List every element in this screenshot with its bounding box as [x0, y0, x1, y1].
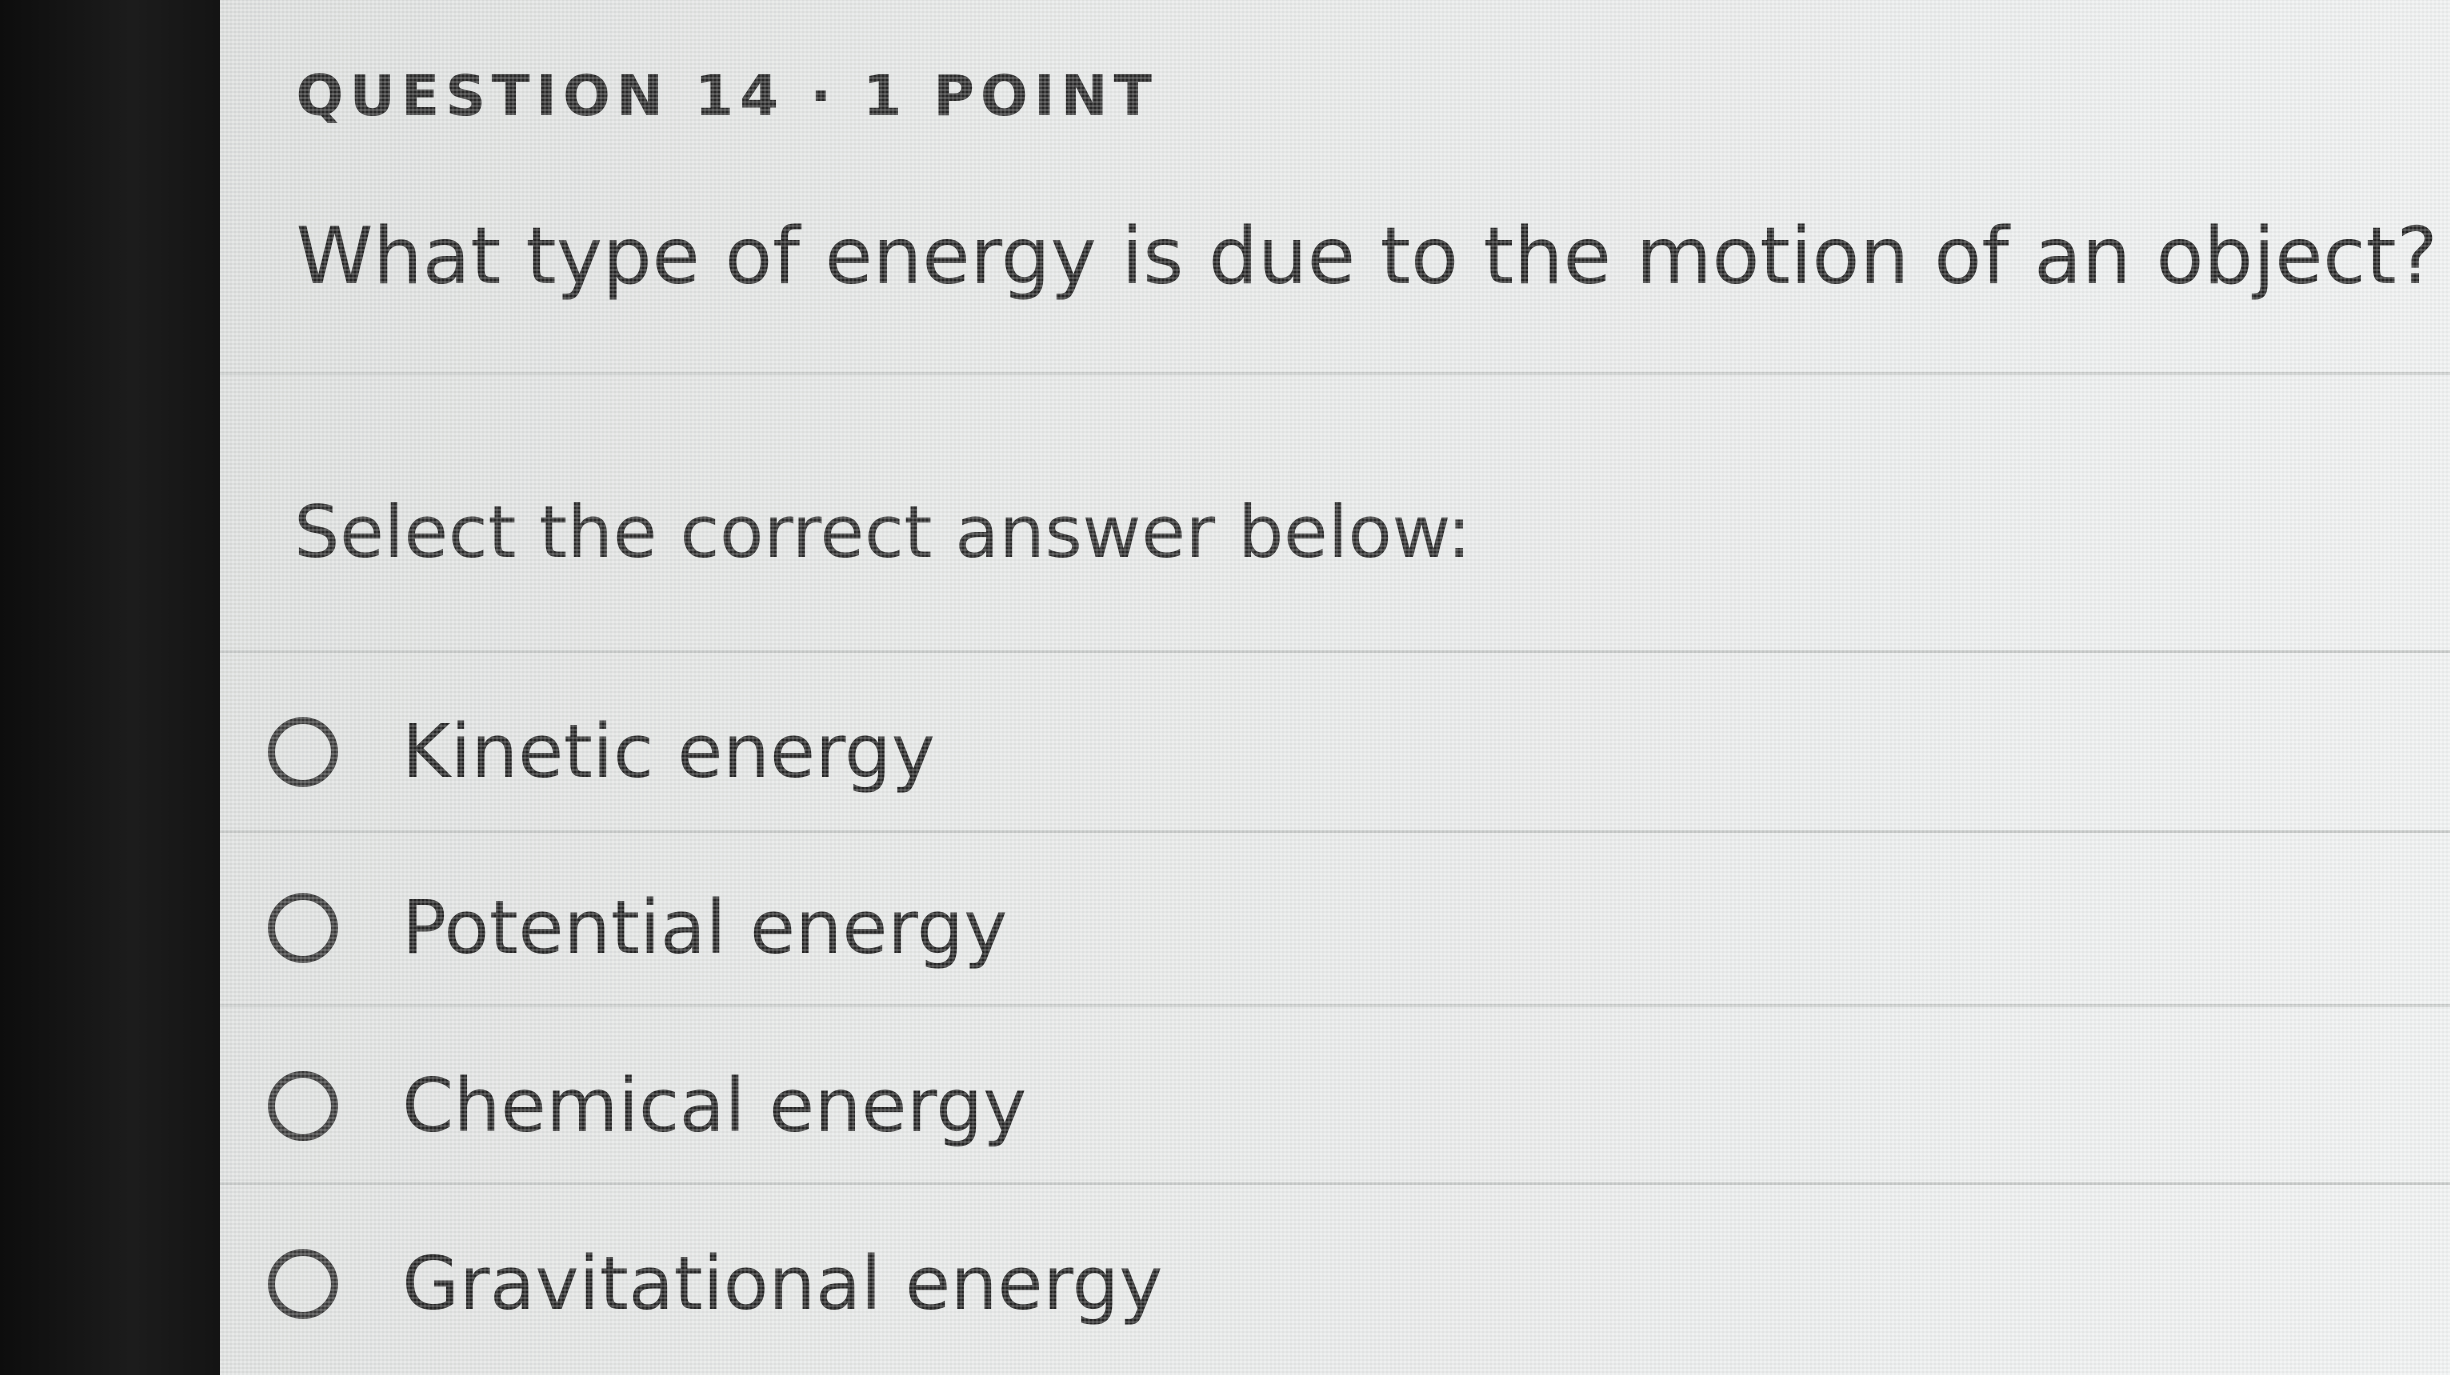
divider: [220, 1182, 2450, 1185]
radio-button-icon[interactable]: [268, 1071, 338, 1141]
divider: [220, 650, 2450, 653]
answer-label: Kinetic energy: [402, 709, 936, 795]
answer-option-kinetic[interactable]: Kinetic energy: [220, 664, 2450, 840]
instruction-text: Select the correct answer below:: [294, 490, 1472, 574]
radio-button-icon[interactable]: [268, 717, 338, 787]
answer-label: Chemical energy: [402, 1063, 1027, 1149]
divider: [220, 830, 2450, 833]
monitor-bezel: [0, 0, 220, 1375]
answer-option-potential[interactable]: Potential energy: [220, 840, 2450, 1016]
answer-option-chemical[interactable]: Chemical energy: [220, 1018, 2450, 1194]
divider: [220, 372, 2450, 375]
question-header: QUESTION 14 · 1 POINT: [296, 64, 1158, 129]
divider: [220, 1004, 2450, 1007]
radio-button-icon[interactable]: [268, 893, 338, 963]
quiz-screen: QUESTION 14 · 1 POINT What type of energ…: [220, 0, 2450, 1375]
answer-label: Potential energy: [402, 885, 1008, 971]
answer-option-gravitational[interactable]: Gravitational energy: [220, 1196, 2450, 1372]
question-text: What type of energy is due to the motion…: [296, 212, 2438, 302]
answer-label: Gravitational energy: [402, 1241, 1163, 1327]
radio-button-icon[interactable]: [268, 1249, 338, 1319]
